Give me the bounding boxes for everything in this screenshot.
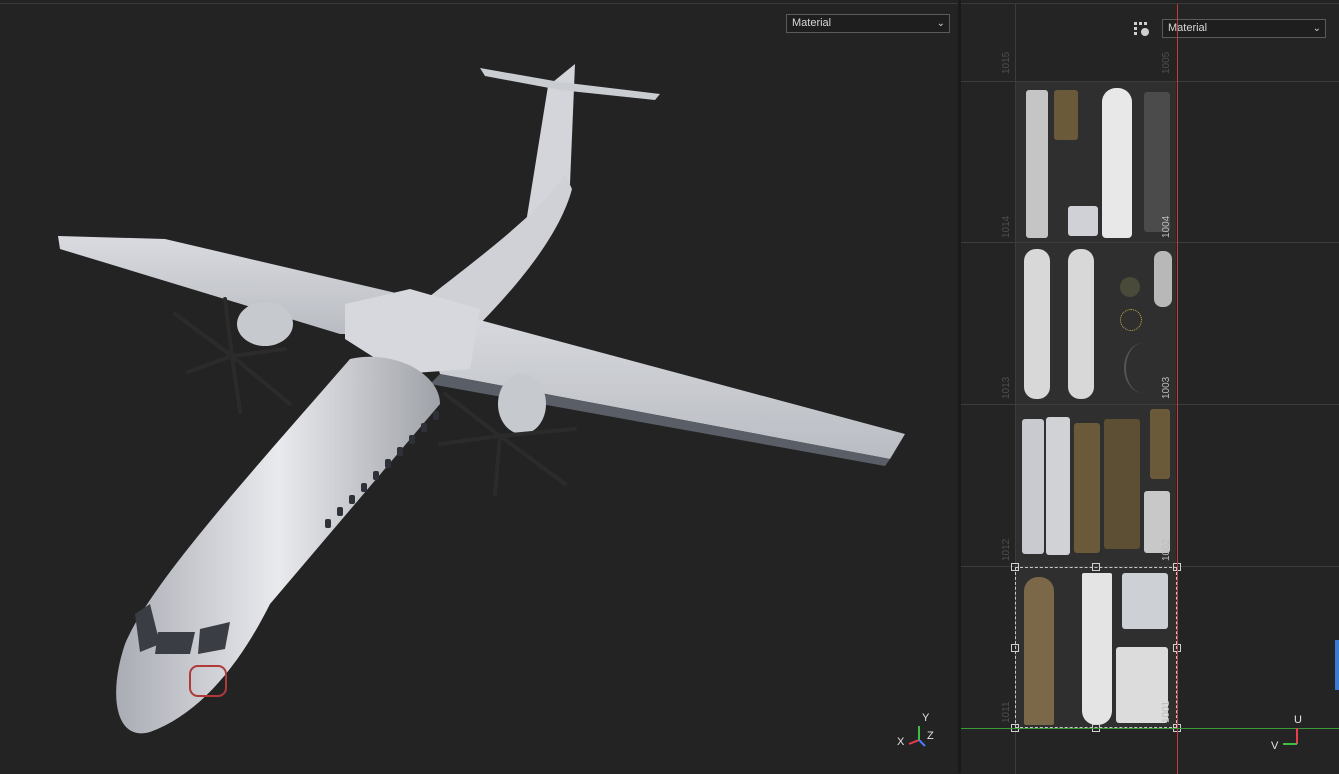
uv-shell	[1120, 309, 1142, 331]
uv-shell	[1024, 249, 1050, 399]
axis-z-label: Z	[927, 730, 934, 742]
udim-tile-1003[interactable]	[1016, 243, 1176, 404]
uv-shell	[1046, 417, 1070, 555]
udim-label-1012: 1012	[1001, 538, 1012, 561]
transform-handle[interactable]	[1011, 563, 1019, 571]
uv-shell	[1144, 92, 1170, 232]
airplane-model[interactable]	[0, 4, 958, 774]
selection-bounding-box[interactable]	[1015, 567, 1177, 728]
right-engine	[498, 374, 546, 434]
fuselage	[116, 356, 441, 734]
uv-shell	[1068, 206, 1098, 236]
udim-label-1013: 1013	[1001, 376, 1012, 399]
udim-label-1015: 1015	[1001, 51, 1012, 74]
udim-label-1011: 1011	[1001, 701, 1012, 723]
info-grid-icon[interactable]	[1133, 21, 1151, 37]
uv-shading-label: Material	[1168, 22, 1208, 34]
transform-handle[interactable]	[1092, 563, 1100, 571]
udim-label-1003: 1003	[1161, 376, 1172, 399]
udim-tile-1002[interactable]	[1016, 405, 1176, 566]
uv-shading-select[interactable]: Material ⌄	[1162, 19, 1326, 38]
uv-shell	[1068, 249, 1094, 399]
axis-x-label: X	[897, 736, 905, 748]
chevron-down-icon: ⌄	[1312, 23, 1321, 34]
udim-label-1014: 1014	[1001, 215, 1012, 238]
uv-shell	[1026, 90, 1048, 238]
uv-shell	[1124, 343, 1162, 393]
axis-y-label: Y	[922, 712, 930, 724]
uv-shell	[1104, 419, 1140, 549]
uv-shell	[1054, 90, 1078, 140]
uv-shell	[1154, 251, 1172, 307]
uv-shell	[1074, 423, 1100, 553]
uv-axis-gizmo: U V	[1269, 710, 1309, 754]
viewport-3d[interactable]: Material ⌄ X Y Z	[0, 3, 958, 774]
uv-shell	[1120, 277, 1140, 297]
uv-shell	[1102, 88, 1132, 238]
udim-label-1005: 1005	[1161, 51, 1172, 74]
u-axis-guide	[1177, 4, 1178, 774]
udim-label-1004: 1004	[1161, 215, 1172, 238]
axis-gizmo: X Y Z	[895, 712, 940, 752]
axis-u-label: U	[1294, 714, 1302, 726]
left-engine	[237, 302, 293, 346]
uv-editor[interactable]: Material ⌄ 1015 1005 1014 1004 1013 1003	[961, 3, 1339, 774]
udim-tile-1004[interactable]	[1016, 82, 1176, 242]
uv-shell	[1150, 409, 1170, 479]
udim-label-1002: 1002	[1161, 538, 1172, 561]
axis-v-label: V	[1271, 740, 1279, 752]
uv-shell	[1022, 419, 1044, 554]
transform-handle[interactable]	[1011, 644, 1019, 652]
scroll-indicator[interactable]	[1335, 640, 1339, 690]
